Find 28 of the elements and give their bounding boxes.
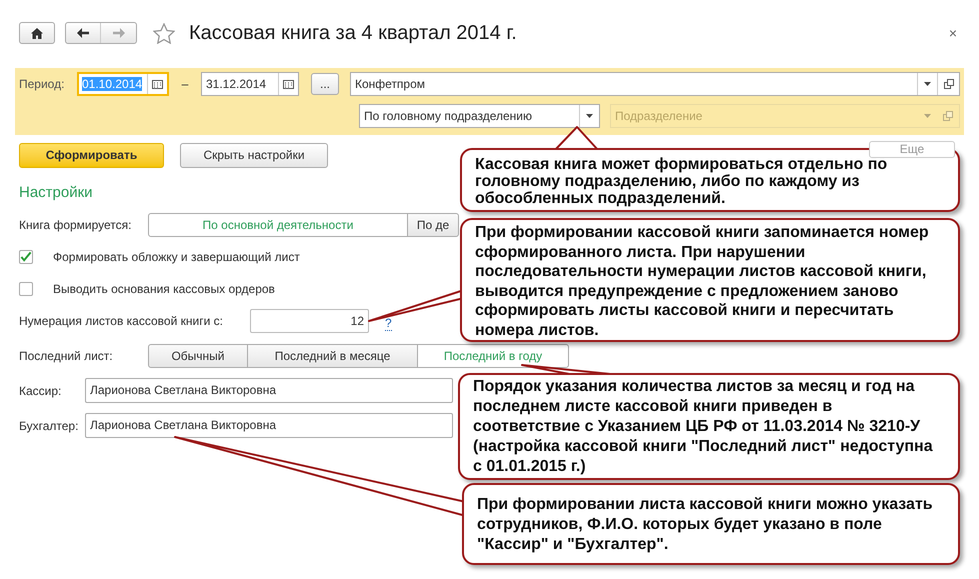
section-title: Настройки xyxy=(19,183,93,203)
employee-field[interactable]: Ларионова Светлана Викторовна xyxy=(85,413,453,438)
number-field[interactable]: 12 xyxy=(250,309,369,333)
dash: – xyxy=(180,76,190,93)
generate-button[interactable]: Сформировать xyxy=(19,142,164,168)
segment-tab[interactable]: Последний в месяце xyxy=(247,344,418,368)
field-label: Последний лист: xyxy=(19,348,114,365)
field-label: Нумерация листов кассовой книги с: xyxy=(19,313,224,330)
close-button[interactable]: × xyxy=(948,22,957,44)
organization-field[interactable]: Конфетпром xyxy=(350,72,960,96)
segment-tab[interactable]: Обычный xyxy=(148,344,248,368)
date-value: 01.10.2014 xyxy=(82,77,142,91)
checkbox-label: Формировать обложку и завершающий лист xyxy=(53,249,300,266)
field-label: Книга формируется: xyxy=(19,217,132,234)
field-label: Кассир: xyxy=(19,382,62,400)
checkbox-label: Выводить основания кассовых ордеров xyxy=(53,281,275,298)
toggle-settings-button[interactable]: Скрыть настройки xyxy=(180,142,328,168)
callout-tooltip: При формировании кассовой книги запоминается номер сформированного листа. При нарушении последовательности нумерации листов кассовой книги, выводится предупреждение с предложением заново сформировать листы кассовой книги и пересчитать номера листов. xyxy=(460,218,960,342)
date-value: 31.12.2014 xyxy=(205,76,268,93)
field-label: Бухгалтер: xyxy=(19,418,80,434)
callout-tooltip: При формировании листа кассовой книги можно указать сотрудников, Ф.И.О. которых будет указано в поле "Кассир" и "Бухгалтер". xyxy=(462,483,960,565)
date-field[interactable]: 31.12.2014 xyxy=(201,72,299,96)
ellipsis-button[interactable]: ... xyxy=(311,73,339,95)
employee-field[interactable]: Ларионова Светлана Викторовна xyxy=(85,378,453,403)
window-title: Кассовая книга за 4 квартал 2014 г. xyxy=(189,21,517,46)
placeholder-text: Подразделение xyxy=(614,108,704,125)
field-label: Период: xyxy=(19,76,66,93)
segment-tab[interactable]: По де xyxy=(407,213,459,237)
